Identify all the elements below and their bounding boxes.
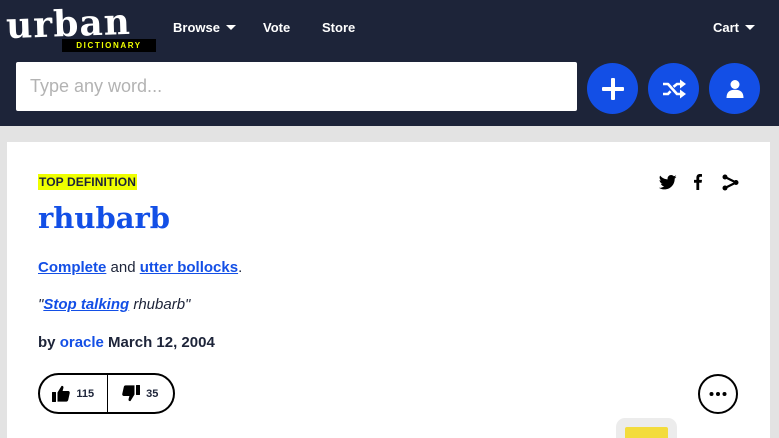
nav-cart-label: Cart	[713, 20, 740, 35]
share-icon	[722, 174, 738, 190]
shuffle-icon	[662, 79, 686, 98]
meaning-link-utter-bollocks[interactable]: utter bollocks	[140, 259, 238, 276]
twitter-icon	[659, 174, 677, 189]
thumbs-down-icon	[122, 385, 141, 402]
downvote-count: 35	[146, 387, 159, 400]
upvote-count: 115	[76, 387, 95, 400]
chevron-down-icon	[225, 25, 236, 30]
nav-store[interactable]: Store	[322, 20, 355, 36]
add-word-button[interactable]	[587, 63, 638, 114]
nav-vote[interactable]: Vote	[263, 20, 290, 36]
downvote-button[interactable]: 35	[106, 375, 174, 412]
contributor-byline: by oracle March 12, 2004	[38, 333, 215, 353]
urban-dictionary-logo[interactable]: urban DICTIONARY	[5, 1, 158, 52]
definition-card: TOP DEFINITION rhubarb Complete and utte…	[7, 142, 770, 438]
nav-browse-label: Browse	[173, 20, 220, 35]
site-header: urban DICTIONARY Browse Vote Store Cart	[0, 0, 779, 126]
facebook-icon	[694, 174, 702, 190]
upvote-button[interactable]: 115	[40, 375, 107, 412]
nav-browse[interactable]: Browse	[173, 20, 236, 36]
logo-subtitle: DICTIONARY	[62, 39, 156, 52]
facebook-share-button[interactable]	[690, 172, 706, 192]
author-link[interactable]: oracle	[60, 334, 104, 351]
ad-product-label	[625, 427, 668, 438]
definition-meaning: Complete and utter bollocks.	[38, 258, 242, 278]
more-options-button[interactable]	[698, 374, 738, 414]
meaning-link-complete[interactable]: Complete	[38, 259, 106, 276]
thumbs-up-icon	[52, 385, 71, 402]
nav-cart[interactable]: Cart	[713, 20, 756, 36]
ad-product-image[interactable]	[616, 418, 677, 438]
account-button[interactable]	[709, 63, 760, 114]
example-link-stop-talking[interactable]: Stop talking	[43, 296, 129, 313]
example-rest: rhubarb"	[129, 296, 191, 313]
search-input[interactable]	[16, 62, 577, 111]
definition-date: March 12, 2004	[103, 334, 215, 351]
vote-controls: 115 35	[38, 373, 175, 414]
more-dots-icon	[709, 392, 727, 396]
definition-example: "Stop talking rhubarb"	[38, 295, 190, 315]
definition-word[interactable]: rhubarb	[38, 198, 170, 238]
random-word-button[interactable]	[648, 63, 699, 114]
user-icon	[726, 79, 743, 98]
twitter-share-button[interactable]	[658, 172, 678, 192]
byline-prefix: by	[38, 334, 60, 351]
share-button[interactable]	[720, 172, 740, 192]
top-definition-badge: TOP DEFINITION	[38, 174, 137, 190]
meaning-end: .	[238, 259, 243, 276]
meaning-text: and	[106, 259, 140, 276]
plus-icon	[601, 77, 624, 100]
chevron-down-icon	[745, 25, 756, 30]
